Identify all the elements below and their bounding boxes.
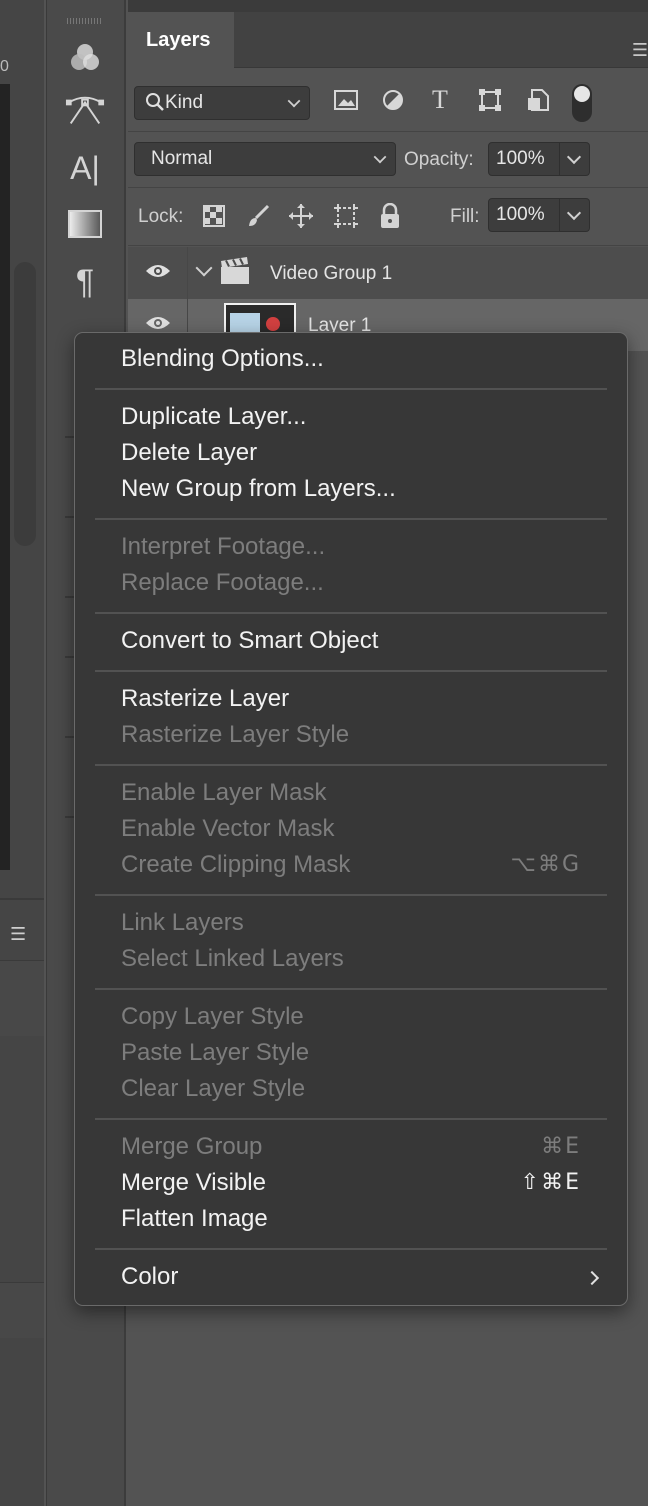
menu-item-delete-layer[interactable]: Delete Layer — [121, 435, 587, 471]
eye-icon — [145, 263, 171, 284]
menu-item-paste-layer-style: Paste Layer Style — [121, 1039, 310, 1066]
lock-position-icon[interactable] — [288, 203, 314, 229]
canvas-edge — [0, 84, 10, 870]
panel-grip[interactable] — [67, 18, 103, 24]
divider — [0, 898, 44, 900]
gradient-icon[interactable] — [65, 204, 105, 244]
opacity-input[interactable]: 100% — [488, 142, 560, 176]
menu-item-interpret-footage: Interpret Footage... — [121, 533, 326, 560]
menu-item-flatten-image[interactable]: Flatten Image — [121, 1201, 587, 1237]
pen-path-icon[interactable] — [65, 92, 105, 132]
visibility-toggle[interactable] — [128, 247, 188, 299]
layer-row-video-group[interactable]: Video Group 1 — [128, 247, 648, 299]
layer-context-menu: Blending Options... Duplicate Layer... D… — [74, 332, 628, 1306]
side-panel-block — [0, 960, 44, 1036]
menu-separator — [95, 670, 607, 672]
menu-item-label: Merge Group — [121, 1133, 263, 1160]
menu-separator — [95, 388, 607, 390]
filter-toggle-icon[interactable] — [572, 84, 592, 122]
tab-bar: Layers ☰ — [128, 12, 648, 69]
menu-item-label: Create Clipping Mask — [121, 851, 351, 878]
panel-menu-icon[interactable]: ☰ — [10, 924, 26, 945]
expand-chevron-icon[interactable] — [195, 259, 213, 277]
lock-label: Lock: — [138, 206, 184, 227]
scrollbar[interactable] — [14, 262, 36, 546]
shortcut-label: ⌥⌘G — [510, 852, 581, 877]
lock-transparent-icon[interactable] — [201, 203, 227, 229]
menu-item-convert-to-smart-object[interactable]: Convert to Smart Object — [121, 623, 587, 659]
menu-item-link-layers: Link Layers — [121, 909, 244, 936]
blend-mode-dropdown[interactable]: Normal — [134, 142, 396, 176]
menu-item-copy-layer-style: Copy Layer Style — [121, 1003, 304, 1030]
blend-row: Normal Opacity: 100% — [128, 132, 648, 188]
fill-input[interactable]: 100% — [488, 198, 560, 232]
blend-mode-value: Normal — [151, 148, 213, 169]
menu-item-color[interactable]: Color — [121, 1259, 587, 1295]
shortcut-label: ⌘E — [541, 1134, 581, 1159]
chevron-right-icon — [584, 1270, 600, 1286]
type-filter-icon[interactable]: T — [428, 85, 452, 114]
opacity-label: Opacity: — [404, 149, 474, 170]
menu-item-merge-group: Merge Group ⌘E — [121, 1129, 587, 1165]
menu-item-merge-visible[interactable]: Merge Visible ⇧⌘E — [121, 1165, 587, 1201]
lock-all-icon[interactable] — [377, 203, 403, 229]
menu-separator — [95, 1248, 607, 1250]
tab-layers[interactable]: Layers — [128, 12, 234, 69]
paragraph-icon[interactable]: ¶ — [65, 262, 105, 302]
shape-filter-icon[interactable] — [478, 88, 502, 112]
menu-separator — [95, 894, 607, 896]
menu-item-create-clipping-mask: Create Clipping Mask ⌥⌘G — [121, 847, 587, 883]
channels-icon[interactable] — [65, 38, 105, 78]
image-filter-icon[interactable] — [334, 88, 358, 112]
menu-separator — [95, 612, 607, 614]
left-panel-strip: 0 ☰ — [0, 0, 44, 1506]
chevron-down-icon — [287, 94, 301, 108]
fill-dropdown-button[interactable] — [560, 198, 590, 232]
menu-separator — [95, 988, 607, 990]
ruler-number: 0 — [0, 58, 9, 75]
adjustment-filter-icon[interactable] — [381, 88, 405, 112]
menu-item-select-linked-layers: Select Linked Layers — [121, 945, 344, 972]
chevron-down-icon — [373, 150, 387, 164]
menu-item-replace-footage: Replace Footage... — [121, 569, 324, 596]
layer-name: Video Group 1 — [270, 263, 393, 284]
kind-filter-dropdown[interactable]: Kind — [134, 86, 310, 120]
menu-separator — [95, 1118, 607, 1120]
menu-item-new-group-from-layers[interactable]: New Group from Layers... — [121, 471, 587, 507]
video-group-icon — [220, 257, 250, 290]
menu-item-rasterize-layer-style: Rasterize Layer Style — [121, 721, 350, 748]
menu-item-blending-options[interactable]: Blending Options... — [121, 341, 587, 377]
filter-row: Kind T — [128, 76, 648, 132]
menu-item-clear-layer-style: Clear Layer Style — [121, 1075, 306, 1102]
menu-item-enable-layer-mask: Enable Layer Mask — [121, 779, 327, 806]
character-icon[interactable]: A| — [65, 148, 105, 188]
fill-label: Fill: — [450, 206, 480, 227]
lock-artboard-icon[interactable] — [333, 203, 359, 229]
menu-item-duplicate-layer[interactable]: Duplicate Layer... — [121, 399, 587, 435]
menu-item-enable-vector-mask: Enable Vector Mask — [121, 815, 335, 842]
menu-separator — [95, 764, 607, 766]
smart-object-filter-icon[interactable] — [526, 88, 550, 112]
shortcut-label: ⇧⌘E — [520, 1170, 581, 1195]
menu-item-label: Color — [121, 1263, 179, 1290]
lock-image-icon[interactable] — [245, 203, 271, 229]
menu-separator — [95, 518, 607, 520]
side-panel-block — [0, 1282, 44, 1338]
panel-top-bar — [128, 0, 648, 12]
menu-item-rasterize-layer[interactable]: Rasterize Layer — [121, 681, 587, 717]
search-icon — [145, 92, 165, 118]
kind-label: Kind — [165, 92, 204, 113]
opacity-dropdown-button[interactable] — [560, 142, 590, 176]
menu-item-label: Merge Visible — [121, 1169, 266, 1196]
panel-menu-icon[interactable]: ☰ — [632, 40, 648, 61]
